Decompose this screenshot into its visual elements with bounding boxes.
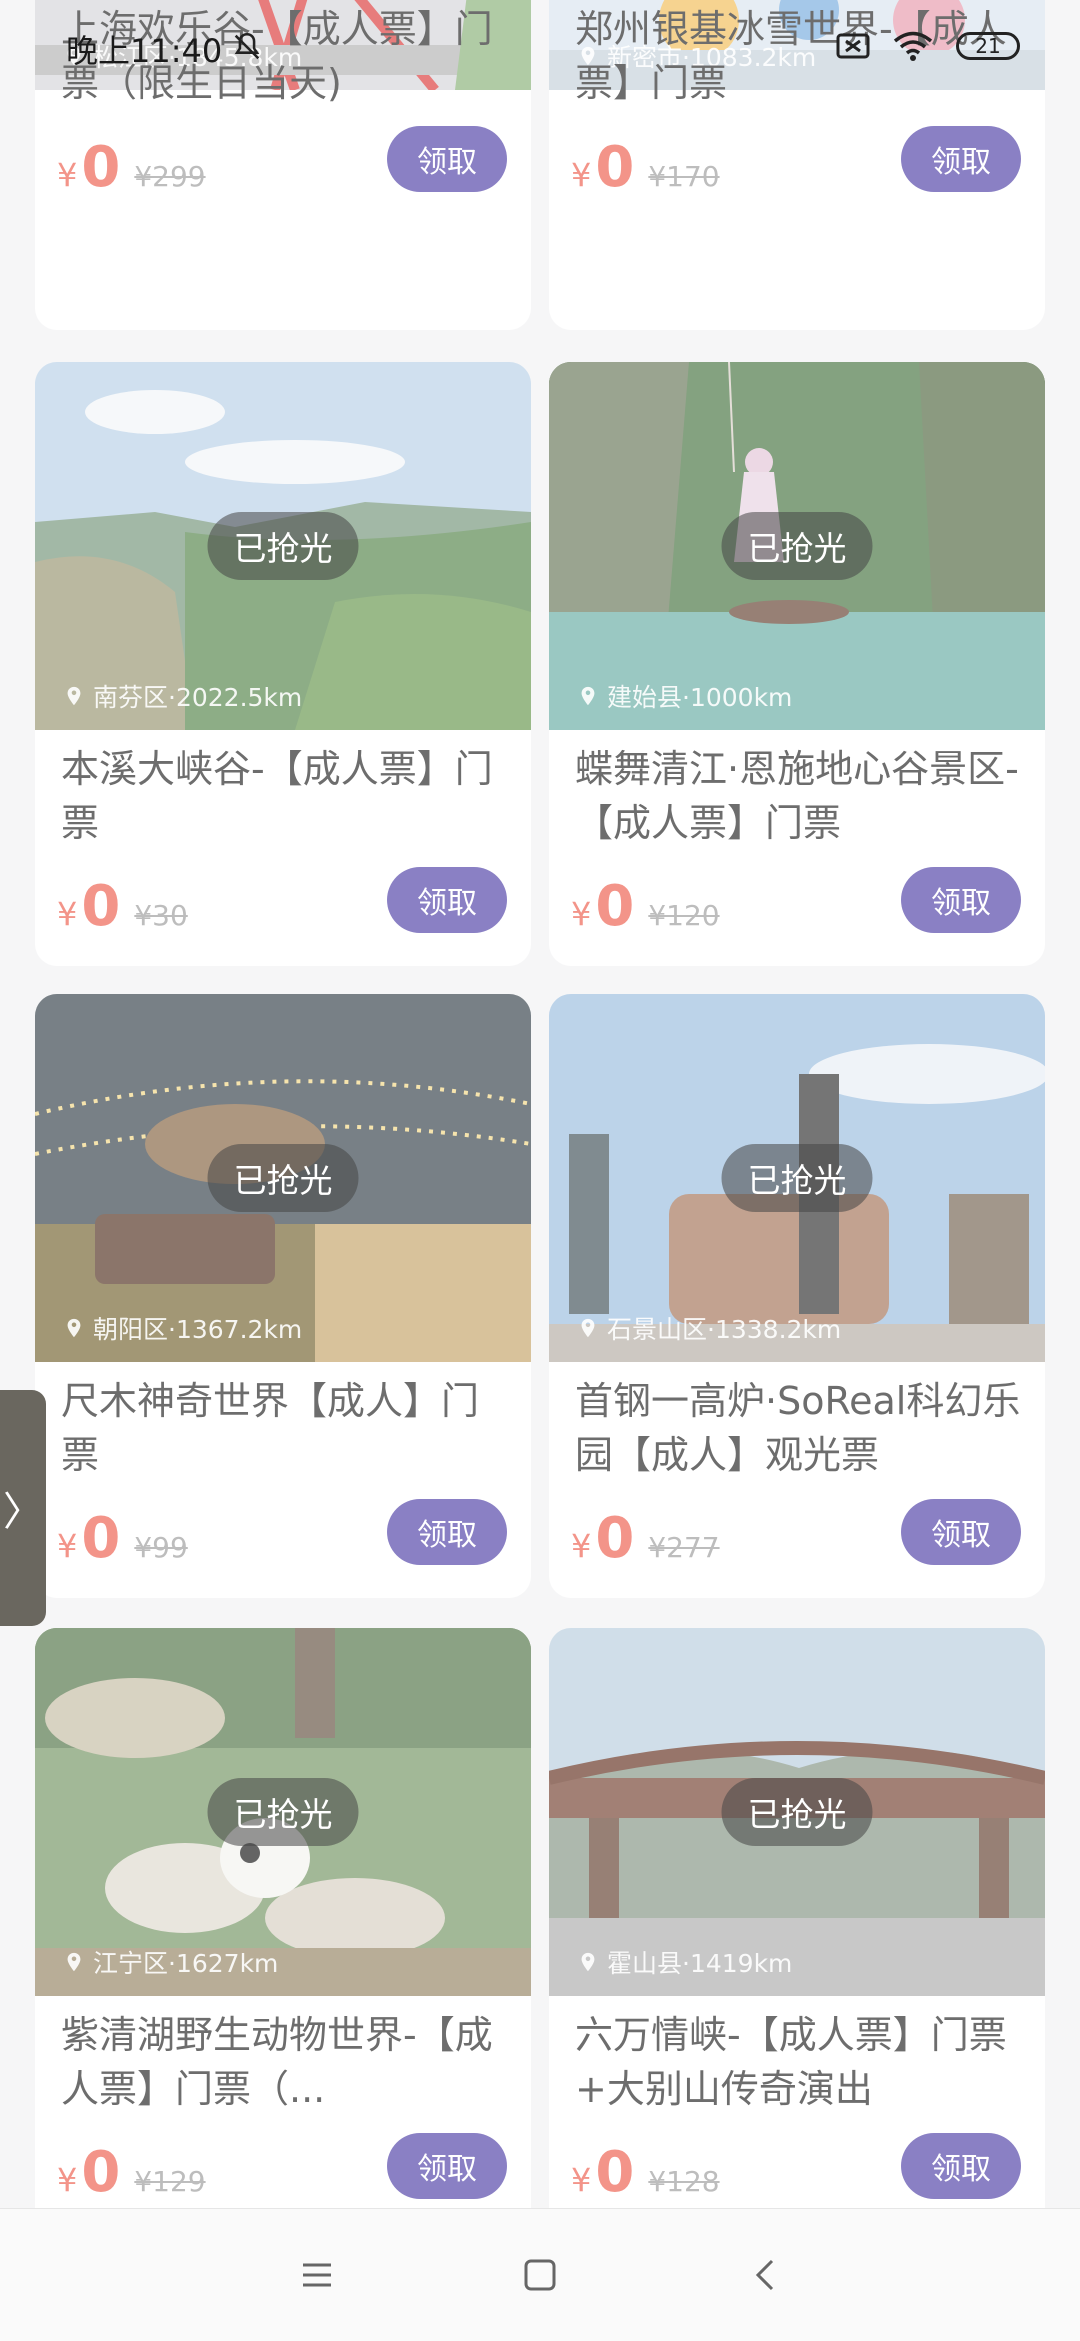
notification-box-icon (836, 33, 870, 59)
price-row: ¥0 ¥120 (571, 874, 720, 939)
attraction-image: 已抢光 石景山区·1338.2km (549, 994, 1045, 1362)
ticket-card[interactable]: 已抢光 霍山县·1419km 六万情峡-【成人票】门票+大别山传奇演出 ¥0 ¥1… (549, 1628, 1045, 2232)
back-icon[interactable] (742, 2251, 790, 2299)
menu-icon[interactable] (293, 2251, 341, 2299)
status-time: 晚上11:40 (66, 32, 223, 70)
wifi-icon (893, 31, 933, 61)
location-label: 江宁区·1627km (63, 1944, 278, 1980)
sold-out-badge: 已抢光 (721, 512, 873, 580)
price-row: ¥0 ¥128 (571, 2140, 720, 2205)
location-pin-icon (67, 1318, 81, 1338)
location-label: 霍山县·1419km (577, 1944, 792, 1980)
claim-button[interactable]: 领取 (387, 2133, 507, 2199)
claim-button[interactable]: 领取 (387, 126, 507, 192)
location-label: 建始县·1000km (577, 678, 792, 714)
claim-button[interactable]: 领取 (901, 126, 1021, 192)
attraction-image: 已抢光 江宁区·1627km (35, 1628, 531, 1996)
ticket-title: 六万情峡-【成人票】门票+大别山传奇演出 (575, 2013, 1007, 2111)
claim-button[interactable]: 领取 (387, 1499, 507, 1565)
sold-out-badge: 已抢光 (207, 1778, 359, 1846)
price-row: ¥0 ¥99 (57, 1506, 188, 1571)
battery-indicator: 21 (956, 32, 1020, 60)
claim-button[interactable]: 领取 (901, 867, 1021, 933)
ticket-card[interactable]: 已抢光 朝阳区·1367.2km 尺木神奇世界【成人】门票 ¥0 ¥99 领取 (35, 994, 531, 1598)
location-label: 石景山区·1338.2km (577, 1310, 841, 1346)
ticket-title: 紫清湖野生动物世界-【成人票】门票（... (61, 2013, 493, 2111)
sold-out-badge: 已抢光 (721, 1144, 873, 1212)
bell-muted-icon (234, 32, 260, 60)
location-label: 南芬区·2022.5km (63, 678, 302, 714)
ticket-title: 首钢一高炉·SoReal科幻乐园【成人】观光票 (575, 1379, 1021, 1477)
location-label: 朝阳区·1367.2km (63, 1310, 302, 1346)
claim-button[interactable]: 领取 (387, 867, 507, 933)
attraction-image: 已抢光 南芬区·2022.5km (35, 362, 531, 730)
price-row: ¥0 ¥277 (571, 1506, 720, 1571)
ticket-title: 本溪大峡谷-【成人票】门票 (61, 747, 493, 845)
system-nav-bar (0, 2208, 1080, 2341)
status-bar: 晚上11:40 21 (0, 0, 1080, 96)
attraction-image: 已抢光 朝阳区·1367.2km (35, 994, 531, 1362)
claim-button[interactable]: 领取 (901, 2133, 1021, 2199)
location-pin-icon (581, 1318, 595, 1338)
ticket-card[interactable]: 已抢光 江宁区·1627km 紫清湖野生动物世界-【成人票】门票（... ¥0 ¥… (35, 1628, 531, 2232)
sold-out-badge: 已抢光 (207, 1144, 359, 1212)
side-expand-tab[interactable]: 〉 (0, 1390, 46, 1626)
location-pin-icon (581, 1952, 595, 1972)
status-icons: 21 (836, 30, 1020, 62)
attraction-image: 已抢光 霍山县·1419km (549, 1628, 1045, 1996)
location-pin-icon (67, 686, 81, 706)
chevron-right-icon: 〉 (3, 1489, 43, 1535)
price-row: ¥0 ¥129 (57, 2140, 206, 2205)
location-pin-icon (581, 686, 595, 706)
sold-out-badge: 已抢光 (721, 1778, 873, 1846)
price-row: ¥0 ¥30 (57, 874, 188, 939)
price-row: ¥0 ¥170 (571, 135, 720, 200)
ticket-card[interactable]: 已抢光 南芬区·2022.5km 本溪大峡谷-【成人票】门票 ¥0 ¥30 领取 (35, 362, 531, 966)
ticket-title: 蝶舞清江·恩施地心谷景区-【成人票】门票 (575, 747, 1019, 845)
location-pin-icon (67, 1952, 81, 1972)
sold-out-badge: 已抢光 (207, 512, 359, 580)
home-icon[interactable] (516, 2251, 564, 2299)
attraction-image: 已抢光 建始县·1000km (549, 362, 1045, 730)
ticket-card[interactable]: 已抢光 石景山区·1338.2km 首钢一高炉·SoReal科幻乐园【成人】观光… (549, 994, 1045, 1598)
ticket-title: 尺木神奇世界【成人】门票 (61, 1379, 480, 1477)
claim-button[interactable]: 领取 (901, 1499, 1021, 1565)
price-row: ¥0 ¥299 (57, 135, 206, 200)
ticket-card[interactable]: 已抢光 建始县·1000km 蝶舞清江·恩施地心谷景区-【成人票】门票 ¥0 ¥1… (549, 362, 1045, 966)
